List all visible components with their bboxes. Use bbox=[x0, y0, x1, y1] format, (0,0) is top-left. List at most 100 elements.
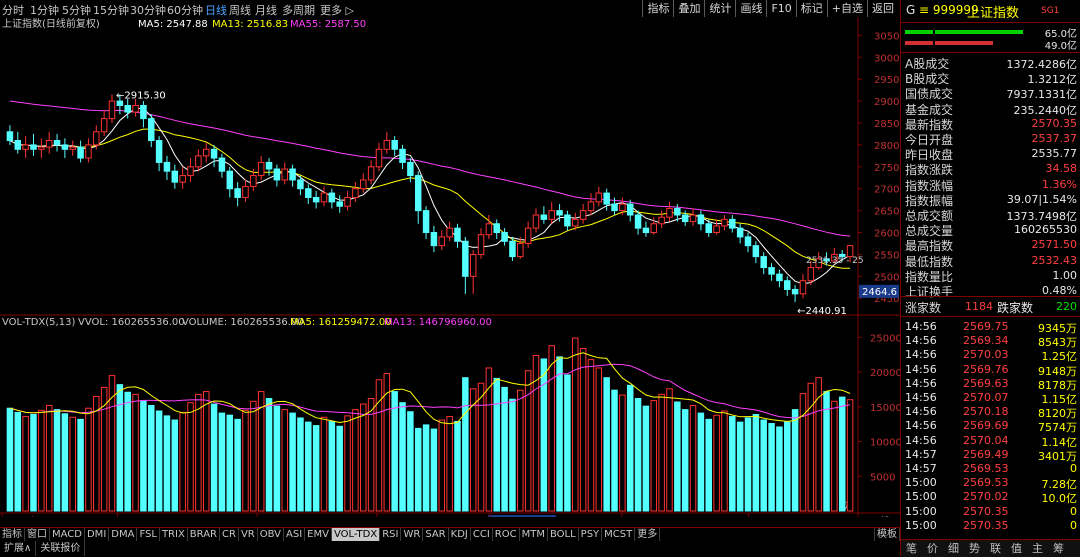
panel-tab-4[interactable]: 联 bbox=[985, 540, 1006, 557]
period-tab-0[interactable]: 分时 bbox=[2, 2, 24, 18]
indicator-tab-1[interactable]: 窗口 bbox=[25, 528, 50, 541]
tick-time: 14:56 bbox=[905, 348, 937, 362]
volume-bar bbox=[132, 393, 139, 512]
status-item-0[interactable]: 扩展∧ bbox=[0, 541, 37, 556]
tool-button-2[interactable]: 统计 bbox=[704, 0, 735, 17]
volume-bar bbox=[38, 409, 45, 512]
indicator-tab-4[interactable]: DMA bbox=[109, 528, 138, 541]
period-tab-9[interactable]: 多周期 bbox=[282, 2, 315, 18]
volume-bar bbox=[729, 416, 736, 512]
tick-time: 15:00 bbox=[905, 518, 937, 532]
volume-bar bbox=[548, 345, 555, 512]
volume-bar bbox=[736, 421, 744, 512]
volume-bar bbox=[257, 391, 265, 512]
volume-bar bbox=[517, 389, 524, 512]
volume-bar bbox=[53, 409, 61, 512]
panel-tab-6[interactable]: 主 bbox=[1027, 540, 1048, 557]
chart-tools: 指标 叠加 统计 画线 F10 标记 +自选 返回 bbox=[642, 0, 898, 17]
tick-volume: 0 bbox=[1070, 518, 1077, 532]
indicator-tab-0[interactable]: 指标 bbox=[0, 528, 25, 541]
period-tab-2[interactable]: 5分钟 bbox=[62, 2, 91, 18]
up-count-label: 涨家数 bbox=[905, 301, 942, 315]
indicator-tab-22[interactable]: PSY bbox=[579, 528, 603, 541]
tool-button-4[interactable]: F10 bbox=[766, 0, 795, 17]
period-tab-5[interactable]: 60分钟 bbox=[167, 2, 203, 18]
down-count-label: 跌家数 bbox=[997, 301, 1034, 315]
volume-bar bbox=[399, 402, 406, 512]
indicator-tab-11[interactable]: ASI bbox=[284, 528, 306, 541]
indicator-tab-14[interactable]: RSI bbox=[380, 528, 402, 541]
tool-button-6[interactable]: +自选 bbox=[826, 0, 867, 17]
volume-bar bbox=[297, 417, 304, 512]
panel-tab-2[interactable]: 细 bbox=[943, 540, 964, 557]
period-tab-6[interactable]: 日线 bbox=[205, 2, 227, 18]
tick-row: 15:00 2570.35 0 bbox=[901, 517, 1080, 533]
panel-tab-7[interactable]: 筹 bbox=[1048, 540, 1069, 557]
up-count: 1184 bbox=[965, 300, 993, 313]
down-count: 220 bbox=[1056, 300, 1077, 313]
tick-price: 2570.07 bbox=[963, 391, 1009, 404]
tick-price: 2570.18 bbox=[963, 405, 1009, 419]
indicator-tab-23[interactable]: MCST bbox=[602, 528, 636, 541]
period-tab-1[interactable]: 1分钟 bbox=[30, 2, 59, 18]
indicator-tab-10[interactable]: OBV bbox=[258, 528, 284, 541]
indicator-tab-24[interactable]: 更多 bbox=[635, 528, 661, 541]
tick-price: 2569.49 bbox=[963, 447, 1009, 461]
period-tab-7[interactable]: 周线 bbox=[229, 2, 251, 18]
ma55-label: MA55: 2587.50 bbox=[290, 19, 366, 30]
volume-tick-label: 5000 bbox=[870, 472, 895, 483]
indicator-tab-9[interactable]: VR bbox=[239, 528, 258, 541]
quote-value: 160265530 bbox=[1014, 223, 1077, 237]
period-tab-8[interactable]: 月线 bbox=[255, 2, 277, 18]
tool-button-3[interactable]: 画线 bbox=[735, 0, 766, 17]
tick-time: 15:00 bbox=[905, 490, 937, 504]
indicator-tab-3[interactable]: DMI bbox=[85, 528, 110, 541]
volume-bar bbox=[305, 421, 312, 512]
indicator-tab-2[interactable]: MACD bbox=[50, 528, 85, 541]
volume-bar bbox=[689, 404, 697, 512]
tick-price: 2570.35 bbox=[963, 504, 1009, 518]
tool-button-1[interactable]: 叠加 bbox=[673, 0, 704, 17]
indicator-tab-7[interactable]: BRAR bbox=[188, 528, 220, 541]
indicator-tab-16[interactable]: SAR bbox=[423, 528, 449, 541]
indicator-tab-12[interactable]: EMV bbox=[305, 528, 332, 541]
tick-time: 14:56 bbox=[905, 419, 937, 433]
period-tab-10[interactable]: 更多 ▷ bbox=[320, 2, 354, 18]
indicator-tab-19[interactable]: ROC bbox=[493, 528, 520, 541]
volume-bar bbox=[30, 413, 37, 512]
status-item-1[interactable]: 关联报价 bbox=[36, 541, 86, 556]
volume-bar bbox=[250, 400, 257, 512]
indicator-tab-13[interactable]: VOL-TDX bbox=[331, 528, 381, 541]
tool-button-0[interactable]: 指标 bbox=[642, 0, 673, 17]
period-tab-3[interactable]: 15分钟 bbox=[93, 2, 129, 18]
tick-price: 2569.53 bbox=[963, 476, 1009, 490]
volume-bar bbox=[116, 384, 124, 512]
panel-tab-0[interactable]: 笔 bbox=[901, 540, 922, 557]
indicator-tab-15[interactable]: WR bbox=[401, 528, 424, 541]
indicator-tab-20[interactable]: MTM bbox=[520, 528, 548, 541]
tick-time: 14:56 bbox=[905, 334, 937, 348]
panel-tab-5[interactable]: 值 bbox=[1006, 540, 1027, 557]
indicator-tab-21[interactable]: BOLL bbox=[548, 528, 579, 541]
quote-value: 1.00 bbox=[1052, 268, 1078, 282]
tool-button-5[interactable]: 标记 bbox=[795, 0, 827, 17]
period-tab-4[interactable]: 30分钟 bbox=[130, 2, 166, 18]
kline-chart[interactable]: 3050 3000 2950 2900 2850 2800 2750 2700 2650 2600… bbox=[0, 17, 900, 517]
vol-title: VOL-TDX(5,13) bbox=[2, 317, 75, 328]
template-button[interactable]: 模板 bbox=[874, 528, 900, 541]
indicator-tab-18[interactable]: CCI bbox=[471, 528, 493, 541]
panel-tab-3[interactable]: 势 bbox=[964, 540, 985, 557]
price-tick-label: 3000 bbox=[874, 53, 899, 64]
indicator-tab-8[interactable]: CR bbox=[220, 528, 239, 541]
panel-tab-1[interactable]: 价 bbox=[922, 540, 943, 557]
volume-bar bbox=[611, 389, 618, 512]
tool-button-7[interactable]: 返回 bbox=[867, 0, 898, 17]
volume-bar bbox=[320, 416, 328, 512]
indicator-tab-5[interactable]: FSL bbox=[137, 528, 160, 541]
volume-bar bbox=[45, 404, 53, 512]
volume-bar bbox=[391, 391, 398, 512]
indicator-tab-6[interactable]: TRIX bbox=[160, 528, 188, 541]
volume-bar bbox=[202, 391, 210, 512]
volume-bar bbox=[462, 377, 469, 512]
indicator-tab-17[interactable]: KDJ bbox=[449, 528, 471, 541]
